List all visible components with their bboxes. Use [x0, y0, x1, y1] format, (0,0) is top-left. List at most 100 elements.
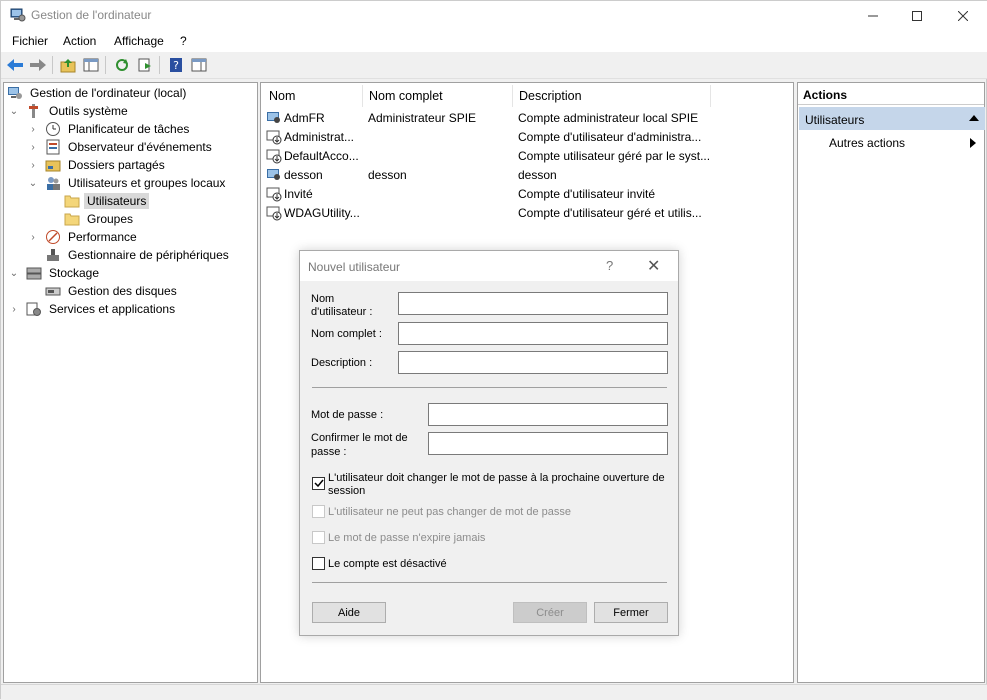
column-header-nom[interactable]: Nom [263, 85, 363, 107]
table-row[interactable]: DefaultAcco... Compte utilisateur géré p… [261, 147, 791, 166]
help-dialog-button[interactable]: Aide [312, 602, 386, 623]
chevron-right-icon[interactable]: › [8, 303, 20, 315]
refresh-icon [116, 59, 128, 71]
title-bar: Gestion de l'ordinateur [1, 1, 987, 30]
separator [312, 387, 667, 388]
description-label: Description : [311, 357, 373, 369]
close-button[interactable] [940, 1, 986, 30]
status-bar [1, 684, 987, 700]
menu-fichier[interactable]: Fichier [12, 34, 48, 48]
tree-item-outils-systeme[interactable]: ⌄ Outils système [8, 102, 131, 120]
menu-help[interactable]: ? [180, 34, 187, 48]
minimize-button[interactable] [850, 1, 896, 30]
menu-bar: Fichier Action Affichage ? [1, 30, 987, 52]
close-dialog-button[interactable]: Fermer [594, 602, 668, 623]
forward-button[interactable] [28, 55, 48, 75]
tree-item-utilisateurs-groupes[interactable]: ⌄ Utilisateurs et groupes locaux [27, 174, 228, 192]
chevron-down-icon[interactable]: ⌄ [27, 177, 39, 189]
menu-action[interactable]: Action [63, 34, 96, 48]
password-never-expires-label: Le mot de passe n'expire jamais [328, 532, 486, 544]
svg-text:?: ? [173, 59, 179, 72]
table-row[interactable]: desson desson desson [261, 166, 791, 185]
device-manager-icon [47, 249, 59, 261]
description-field[interactable] [398, 351, 668, 374]
cannot-change-password-label: L'utilisateur ne peut pas changer de mot… [328, 506, 572, 518]
create-button[interactable]: Créer [513, 602, 587, 623]
password-field[interactable] [428, 403, 668, 426]
dialog-title: Nouvel utilisateur [308, 260, 401, 274]
export-list-button[interactable] [135, 55, 155, 75]
dialog-help-button[interactable]: ? [606, 258, 613, 273]
show-hide-action-pane-button[interactable] [189, 55, 209, 75]
help-icon: ? [170, 58, 182, 72]
up-folder-button[interactable] [58, 55, 78, 75]
maximize-button[interactable] [894, 1, 940, 30]
action-pane-icon [191, 58, 207, 72]
cannot-change-password-checkbox[interactable] [312, 505, 325, 518]
help-button[interactable]: ? [166, 55, 186, 75]
password-never-expires-checkbox[interactable] [312, 531, 325, 544]
tree-item-stockage[interactable]: ⌄ Stockage [8, 264, 102, 282]
account-disabled-checkbox[interactable] [312, 557, 325, 570]
tree-item-dossiers-partages[interactable]: › Dossiers partagés [27, 156, 168, 174]
collapse-icon [969, 115, 979, 121]
disabled-user-icon [266, 206, 282, 221]
username-field[interactable] [398, 292, 668, 315]
confirm-password-field[interactable] [428, 432, 668, 455]
shared-folder-icon [45, 160, 61, 172]
actions-pane: Actions Utilisateurs Autres actions [797, 82, 985, 683]
export-icon [138, 58, 151, 72]
chevron-right-icon[interactable]: › [27, 231, 39, 243]
confirm-password-label-line2: passe : [311, 446, 347, 458]
dialog-title-bar: Nouvel utilisateur ? ✕ [300, 251, 678, 281]
separator [312, 582, 667, 583]
tree-item-gestion-disques[interactable]: Gestion des disques [45, 282, 180, 300]
disabled-user-icon [266, 149, 282, 164]
storage-icon [26, 267, 42, 280]
chevron-down-icon[interactable]: ⌄ [8, 267, 20, 279]
back-arrow-icon [7, 59, 23, 71]
disabled-user-icon [266, 130, 282, 145]
table-row[interactable]: Invité Compte d'utilisateur invité [261, 185, 791, 204]
action-autres-actions[interactable]: Autres actions [829, 136, 905, 150]
submenu-arrow-icon [970, 138, 976, 148]
actions-group-utilisateurs[interactable]: Utilisateurs [799, 107, 985, 130]
refresh-button[interactable] [112, 55, 132, 75]
full-name-field[interactable] [398, 322, 668, 345]
chevron-right-icon[interactable]: › [27, 123, 39, 135]
checkmark-icon [313, 479, 324, 488]
back-button[interactable] [5, 55, 25, 75]
user-icon [267, 112, 280, 123]
maximize-icon [912, 10, 922, 21]
table-row[interactable]: AdmFR Administrateur SPIE Compte adminis… [261, 109, 791, 128]
minimize-icon [868, 15, 878, 16]
dialog-close-button[interactable]: ✕ [647, 256, 660, 276]
chevron-right-icon[interactable]: › [27, 159, 39, 171]
column-header-nom-complet[interactable]: Nom complet [363, 85, 513, 107]
tree-item-gestionnaire-peripheriques[interactable]: Gestionnaire de périphériques [45, 246, 232, 264]
tree-item-observateur[interactable]: › Observateur d'événements [27, 138, 215, 156]
tree-item-utilisateurs[interactable]: Utilisateurs [64, 192, 150, 210]
folder-icon [64, 213, 80, 226]
chevron-down-icon[interactable]: ⌄ [8, 105, 20, 117]
disabled-user-icon [266, 187, 282, 202]
tree-item-root[interactable]: Gestion de l'ordinateur (local) [7, 84, 189, 102]
column-header-description[interactable]: Description [513, 85, 711, 107]
actions-title: Actions [798, 83, 984, 105]
menu-affichage[interactable]: Affichage [114, 34, 164, 48]
must-change-password-checkbox[interactable] [312, 477, 325, 490]
table-row[interactable]: Administrat... Compte d'utilisateur d'ad… [261, 128, 791, 147]
forward-arrow-icon [30, 59, 46, 71]
tools-icon [29, 104, 38, 118]
must-change-password-label-line1: L'utilisateur doit changer le mot de pas… [328, 472, 665, 484]
toolbar: ? [1, 52, 987, 79]
tree-item-planificateur[interactable]: › Planificateur de tâches [27, 120, 192, 138]
table-row[interactable]: WDAGUtility... Compte d'utilisateur géré… [261, 204, 791, 223]
tree-item-services[interactable]: › Services et applications [8, 300, 178, 318]
chevron-right-icon[interactable]: › [27, 141, 39, 153]
show-hide-tree-button[interactable] [81, 55, 101, 75]
tree-item-performance[interactable]: › Performance [27, 228, 140, 246]
computer-management-window: Gestion de l'ordinateur Fichier Action A… [0, 0, 987, 700]
tree-item-groupes[interactable]: Groupes [64, 210, 136, 228]
new-user-dialog: Nouvel utilisateur ? ✕ Nom d'utilisateur… [299, 250, 679, 636]
